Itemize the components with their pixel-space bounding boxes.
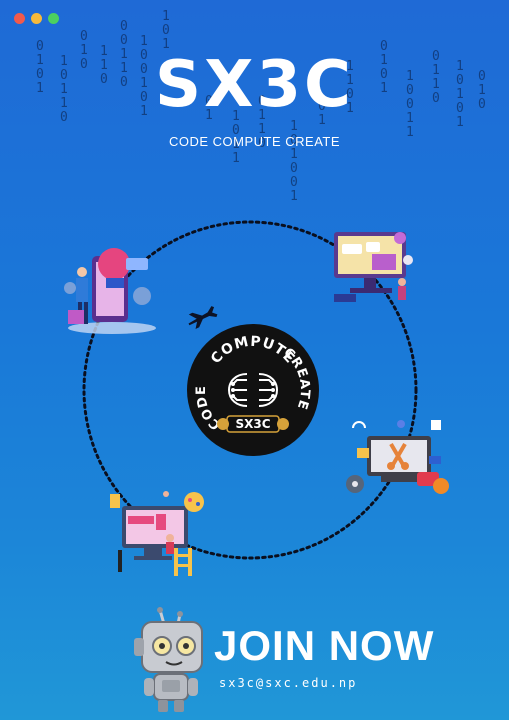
- contact-email-link[interactable]: sx3c@sxc.edu.np: [219, 676, 357, 690]
- app-developer-illustration: [64, 248, 156, 334]
- video-editor-illustration: [346, 420, 449, 494]
- circuit-icon: COMPUTE CODE CREATE SX3C: [194, 334, 311, 433]
- web-developer-illustration: [334, 232, 413, 302]
- graphic-designer-illustration: [110, 491, 204, 576]
- poster: 0 1 0 1 1 0 1 1 0 0 1 0 1 1 0 0 0 1 1 0 …: [0, 0, 509, 720]
- badge-top-text: COMPUTE: [208, 334, 298, 367]
- join-now-button[interactable]: JOIN NOW: [214, 622, 434, 670]
- sx3c-logo-badge: COMPUTE CODE CREATE SX3C: [187, 324, 319, 456]
- badge-bottom-text: SX3C: [235, 417, 270, 431]
- robot-icon: [134, 607, 203, 712]
